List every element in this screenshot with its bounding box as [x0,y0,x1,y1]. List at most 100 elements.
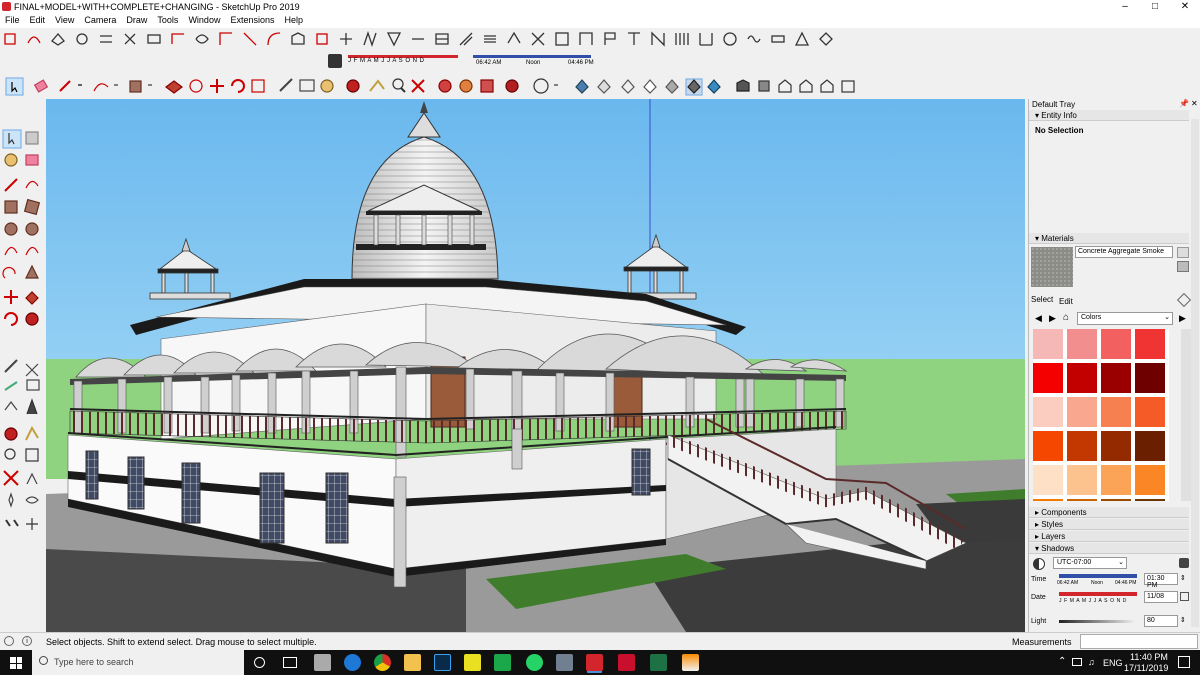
date-input[interactable]: 11/08 [1144,591,1178,603]
color-swatch[interactable] [1135,499,1165,501]
color-swatch[interactable] [1101,465,1131,495]
materials-tab-select[interactable]: Select [1031,295,1053,304]
maximize-button[interactable]: □ [1140,0,1170,14]
edge-app-icon[interactable] [344,654,361,671]
menu-help[interactable]: Help [279,14,308,25]
forward-arrow-icon[interactable]: ▶ [1049,313,1056,324]
components-header[interactable]: ▸ Components [1029,507,1189,518]
color-swatch[interactable] [1067,329,1097,359]
time-input[interactable]: 01:30 PM [1144,573,1178,589]
chrome-app-icon[interactable] [374,654,391,671]
menu-draw[interactable]: Draw [121,14,152,25]
main-tool-icons[interactable] [0,75,870,97]
home-icon[interactable]: ⌂ [1063,312,1069,323]
light-slider[interactable] [1059,620,1135,623]
file-explorer-app-icon[interactable] [404,654,421,671]
entity-info-header[interactable]: ▾ Entity Info [1029,110,1189,121]
volume-icon[interactable]: ♫ [1088,657,1095,667]
shadow-toggle-icon[interactable] [328,54,342,68]
task-view-icon[interactable] [283,657,297,668]
calculator-app-icon[interactable] [314,654,331,671]
temple-model-scene[interactable] [46,99,1025,632]
menu-tools[interactable]: Tools [152,14,183,25]
material-name-field[interactable]: Concrete Aggregate Smoke [1075,246,1173,258]
sticky-notes-app-icon[interactable] [464,654,481,671]
green-app-icon[interactable] [494,654,511,671]
shadow-toggle-icon-tray[interactable] [1033,558,1045,570]
menu-camera[interactable]: Camera [79,14,121,25]
cortana-icon[interactable] [254,657,265,668]
shadow-settings-icon[interactable] [1179,558,1189,568]
shadows-header[interactable]: ▾ Shadows [1029,543,1189,554]
tray-scrollbar[interactable] [1191,119,1199,627]
close-button[interactable]: ✕ [1170,0,1200,14]
extension-tool-icons[interactable] [4,30,834,48]
taskbar-clock-time[interactable]: 11:40 PM [1130,652,1168,662]
display-secondary-icon[interactable] [1177,247,1189,258]
color-swatch[interactable] [1033,397,1063,427]
time-slider-track[interactable] [473,55,591,58]
color-swatch[interactable] [1101,329,1131,359]
color-swatch[interactable] [1067,431,1097,461]
color-swatch[interactable] [1101,397,1131,427]
language-indicator[interactable]: ENG [1103,658,1123,668]
info-icon[interactable]: i [22,636,32,646]
menu-window[interactable]: Window [183,14,225,25]
materials-tab-edit[interactable]: Edit [1059,297,1073,306]
network-icon[interactable] [1072,658,1082,666]
library-select[interactable]: Colors ⌄ [1077,312,1173,325]
styles-header[interactable]: ▸ Styles [1029,519,1189,530]
tray-expand-icon[interactable]: ⌃ [1058,656,1066,667]
create-material-icon[interactable] [1177,261,1189,272]
color-swatch[interactable] [1067,397,1097,427]
date-slider[interactable] [1059,592,1137,596]
measurements-input[interactable] [1080,634,1198,649]
notifications-icon[interactable] [1178,656,1190,668]
materials-header[interactable]: ▾ Materials [1029,233,1189,244]
color-swatch[interactable] [1033,329,1063,359]
color-swatch[interactable] [1101,431,1131,461]
taskbar-clock-date[interactable]: 17/11/2019 [1124,663,1168,673]
tools-app-icon[interactable] [556,654,573,671]
whatsapp-app-icon[interactable] [526,654,543,671]
swatch-scrollbar[interactable] [1181,329,1191,501]
color-swatch[interactable] [1101,363,1131,393]
color-swatch[interactable] [1135,329,1165,359]
windows-icon[interactable] [10,657,22,669]
taskbar-search-box[interactable]: Type here to search [32,650,244,675]
timezone-select[interactable]: UTC-07:00 ⌄ [1053,557,1127,569]
color-swatch[interactable] [1135,431,1165,461]
color-swatch[interactable] [1033,431,1063,461]
color-swatch[interactable] [1067,363,1097,393]
photoshop-app-icon[interactable] [434,654,451,671]
color-swatch[interactable] [1135,363,1165,393]
eyedropper-icon[interactable] [1176,292,1192,308]
color-swatch[interactable] [1033,465,1063,495]
color-swatch[interactable] [1101,499,1131,501]
geo-location-icon[interactable] [4,636,14,646]
left-tool-icons[interactable] [0,128,46,538]
calendar-icon[interactable] [1180,592,1189,601]
menu-file[interactable]: File [0,14,25,25]
layers-header[interactable]: ▸ Layers [1029,531,1189,542]
light-spinner-icon[interactable]: ⇕ [1180,616,1186,624]
color-swatch[interactable] [1135,397,1165,427]
model-viewport[interactable] [46,99,1025,632]
color-swatch[interactable] [1033,499,1063,501]
menu-edit[interactable]: Edit [25,14,51,25]
sketchup-taskbar-icon[interactable] [586,654,603,671]
tray-close-icon[interactable]: ✕ [1191,99,1198,108]
color-swatch[interactable] [1067,465,1097,495]
light-input[interactable]: 80 [1144,615,1178,627]
time-slider[interactable] [1059,574,1137,578]
tray-pin-icon[interactable]: 📌 [1179,99,1189,108]
details-arrow-icon[interactable]: ▶ [1179,313,1186,324]
color-swatch[interactable] [1135,465,1165,495]
menu-extensions[interactable]: Extensions [225,14,279,25]
autocad-app-icon[interactable] [618,654,635,671]
time-spinner-icon[interactable]: ⇕ [1180,574,1186,582]
vlc-app-icon[interactable] [682,654,699,671]
color-swatch[interactable] [1067,499,1097,501]
minimize-button[interactable]: – [1110,0,1140,14]
excel-app-icon[interactable] [650,654,667,671]
